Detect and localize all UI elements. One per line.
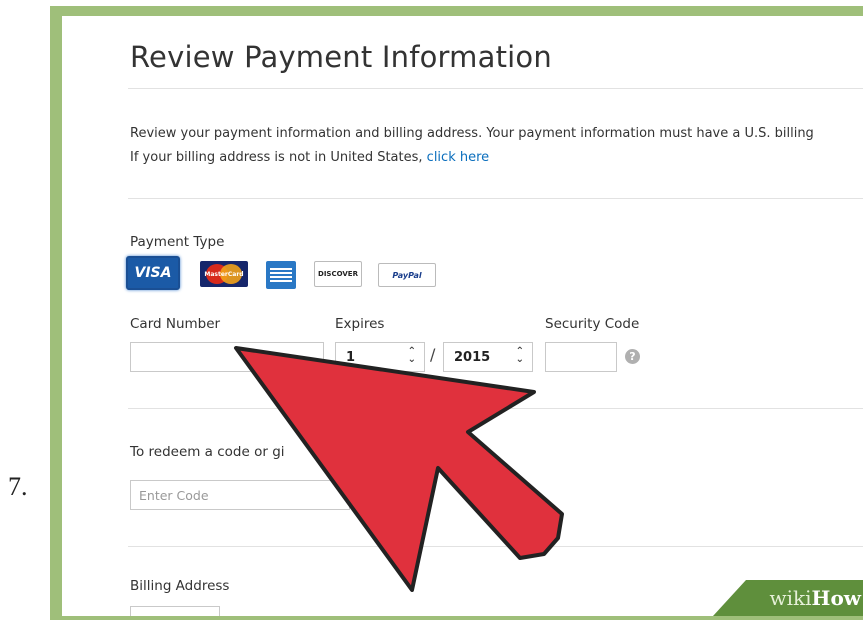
red-pointer-arrow-icon	[234, 346, 564, 592]
arrow-shape	[234, 346, 564, 592]
